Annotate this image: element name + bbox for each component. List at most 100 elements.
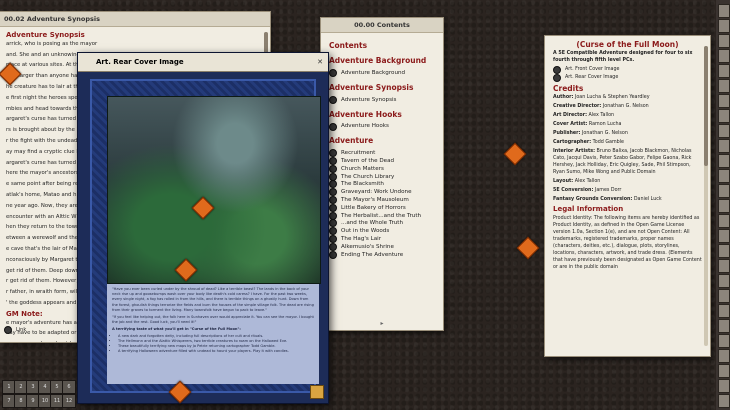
- contents-link-item[interactable]: Recruitment: [329, 149, 435, 158]
- link-icon[interactable]: [329, 172, 337, 181]
- module-body: (Curse of the Full Moon) A 5E Compatible…: [545, 36, 710, 275]
- toolbar-button[interactable]: [718, 229, 730, 243]
- toolbar-button[interactable]: [718, 349, 730, 363]
- toolbar-button[interactable]: [718, 319, 730, 333]
- cover-title-bar[interactable]: Art. Rear Cover Image ✕: [78, 53, 328, 72]
- resize-handle-icon[interactable]: [310, 385, 324, 399]
- contents-link-item[interactable]: Alkemusio's Shrine: [329, 242, 435, 251]
- hotbar-slot[interactable]: 12: [62, 394, 76, 408]
- credit-row: Cartographer: Todd Gamble: [553, 139, 702, 146]
- link-icon[interactable]: [329, 250, 337, 259]
- contents-link-item[interactable]: Adventure Synopsis: [329, 95, 435, 104]
- toolbar-button[interactable]: [718, 259, 730, 273]
- link-icon[interactable]: [329, 188, 337, 197]
- credit-label: Creative Director:: [553, 103, 602, 109]
- toolbar-button[interactable]: [718, 334, 730, 348]
- credit-row: Interior Artists: Bruno Balixa, Jacob Bl…: [553, 148, 702, 176]
- link-icon[interactable]: [329, 227, 337, 236]
- module-link-label: Art. Rear Cover Image: [565, 75, 619, 81]
- toolbar-button[interactable]: [718, 184, 730, 198]
- hotbar: 1 2 3 4 5 6 7 8 9 10 11 12: [0, 370, 76, 410]
- contents-link-item[interactable]: The Hag's Lair: [329, 235, 435, 244]
- link-icon[interactable]: [329, 122, 337, 131]
- toolbar-button[interactable]: [718, 304, 730, 318]
- contents-link-label: Church Matters: [341, 165, 384, 172]
- toolbar-button[interactable]: [718, 289, 730, 303]
- contents-scroll-down-icon[interactable]: ▸: [321, 320, 443, 327]
- link-icon[interactable]: [329, 242, 337, 251]
- hotbar-slot[interactable]: 6: [62, 380, 76, 394]
- credit-value: James Dorr: [593, 187, 622, 193]
- toolbar-button[interactable]: [718, 19, 730, 33]
- contents-link-item[interactable]: Ending The Adventure: [329, 250, 435, 259]
- contents-link-item[interactable]: ...and the Whole Truth: [329, 219, 435, 228]
- close-icon[interactable]: ✕: [316, 58, 324, 66]
- link-icon[interactable]: [553, 65, 561, 74]
- contents-link-item[interactable]: The Mayor's Mausoleum: [329, 196, 435, 205]
- link-icon[interactable]: [553, 73, 561, 82]
- toolbar-button[interactable]: [718, 364, 730, 378]
- toolbar-button[interactable]: [718, 34, 730, 48]
- link-icon[interactable]: [329, 203, 337, 212]
- synopsis-footer: Link: [4, 326, 26, 334]
- contents-link-label: The Herbalist...and the Truth: [341, 212, 422, 219]
- contents-link-item[interactable]: Church Matters: [329, 164, 435, 173]
- toolbar-button[interactable]: [718, 169, 730, 183]
- link-icon[interactable]: [329, 68, 337, 77]
- link-icon[interactable]: [329, 95, 337, 104]
- toolbar-button[interactable]: [718, 124, 730, 138]
- contents-link-item[interactable]: Out in the Woods: [329, 227, 435, 236]
- credit-row: Layout: Alex Tallon: [553, 178, 702, 185]
- contents-link-item[interactable]: Adventure Hooks: [329, 122, 435, 131]
- toolbar-button[interactable]: [718, 64, 730, 78]
- synopsis-title-bar[interactable]: 00.02 Adventure Synopsis: [0, 12, 270, 27]
- contents-body: Contents Adventure Background Adventure Ba…: [321, 33, 443, 261]
- toolbar-button[interactable]: [718, 199, 730, 213]
- toolbar-button[interactable]: [718, 214, 730, 228]
- cover-back-text: "Have you ever been curled under by the …: [107, 284, 319, 384]
- toolbar-button[interactable]: [718, 94, 730, 108]
- d20-die-icon[interactable]: [503, 142, 527, 166]
- contents-link-item[interactable]: Adventure Background: [329, 68, 435, 77]
- toolbar-button[interactable]: [718, 274, 730, 288]
- toolbar-button[interactable]: [718, 49, 730, 63]
- contents-title-bar[interactable]: 00.00 Contents: [321, 18, 443, 33]
- link-icon[interactable]: [329, 235, 337, 244]
- contents-window[interactable]: 00.00 Contents Contents Adventure Backgro…: [321, 18, 443, 330]
- toolbar-button[interactable]: [718, 154, 730, 168]
- link-icon[interactable]: [329, 219, 337, 228]
- contents-link-item[interactable]: The Church Library: [329, 172, 435, 181]
- contents-section-title: Adventure: [329, 136, 374, 146]
- toolbar-button[interactable]: [718, 244, 730, 258]
- credits-list: Author: Joan Lucha & Stephen Yeardley Cre…: [553, 94, 702, 203]
- contents-link-item[interactable]: Little Bakery of Horrors: [329, 203, 435, 212]
- contents-link-item[interactable]: The Herbalist...and the Truth: [329, 211, 435, 220]
- toolbar-button[interactable]: [718, 394, 730, 408]
- module-window[interactable]: (Curse of the Full Moon) A 5E Compatible…: [545, 36, 710, 356]
- contents-link-item[interactable]: The Blacksmith: [329, 180, 435, 189]
- credit-value: Jonathan G. Nelson: [601, 103, 649, 109]
- contents-link-item[interactable]: Tavern of the Dead: [329, 157, 435, 166]
- cover-quote: "If you feel like helping out, the folk …: [112, 315, 314, 325]
- link-icon[interactable]: [329, 149, 337, 158]
- d8-die-icon[interactable]: [516, 236, 540, 260]
- toolbar-button[interactable]: [718, 139, 730, 153]
- module-link-item[interactable]: Art. Rear Cover Image: [553, 73, 702, 82]
- link-icon[interactable]: [329, 180, 337, 189]
- toolbar-button[interactable]: [718, 109, 730, 123]
- module-scroll-thumb[interactable]: [704, 46, 708, 166]
- module-scrollbar[interactable]: [704, 46, 708, 346]
- synopsis-window-title: 00.02 Adventure Synopsis: [4, 15, 101, 23]
- link-icon[interactable]: [329, 196, 337, 205]
- contents-section-title: Adventure Background: [329, 56, 427, 65]
- toolbar-button[interactable]: [718, 4, 730, 18]
- module-link-item[interactable]: Art. Front Cover Image: [553, 65, 702, 74]
- contents-section-title: Contents: [329, 41, 368, 50]
- link-icon[interactable]: [329, 211, 337, 220]
- toolbar-button[interactable]: [718, 79, 730, 93]
- link-icon[interactable]: [329, 157, 337, 166]
- link-icon[interactable]: [329, 164, 337, 173]
- toolbar-button[interactable]: [718, 379, 730, 393]
- contents-link-item[interactable]: Graveyard: Work Undone: [329, 188, 435, 197]
- link-icon[interactable]: [4, 326, 12, 334]
